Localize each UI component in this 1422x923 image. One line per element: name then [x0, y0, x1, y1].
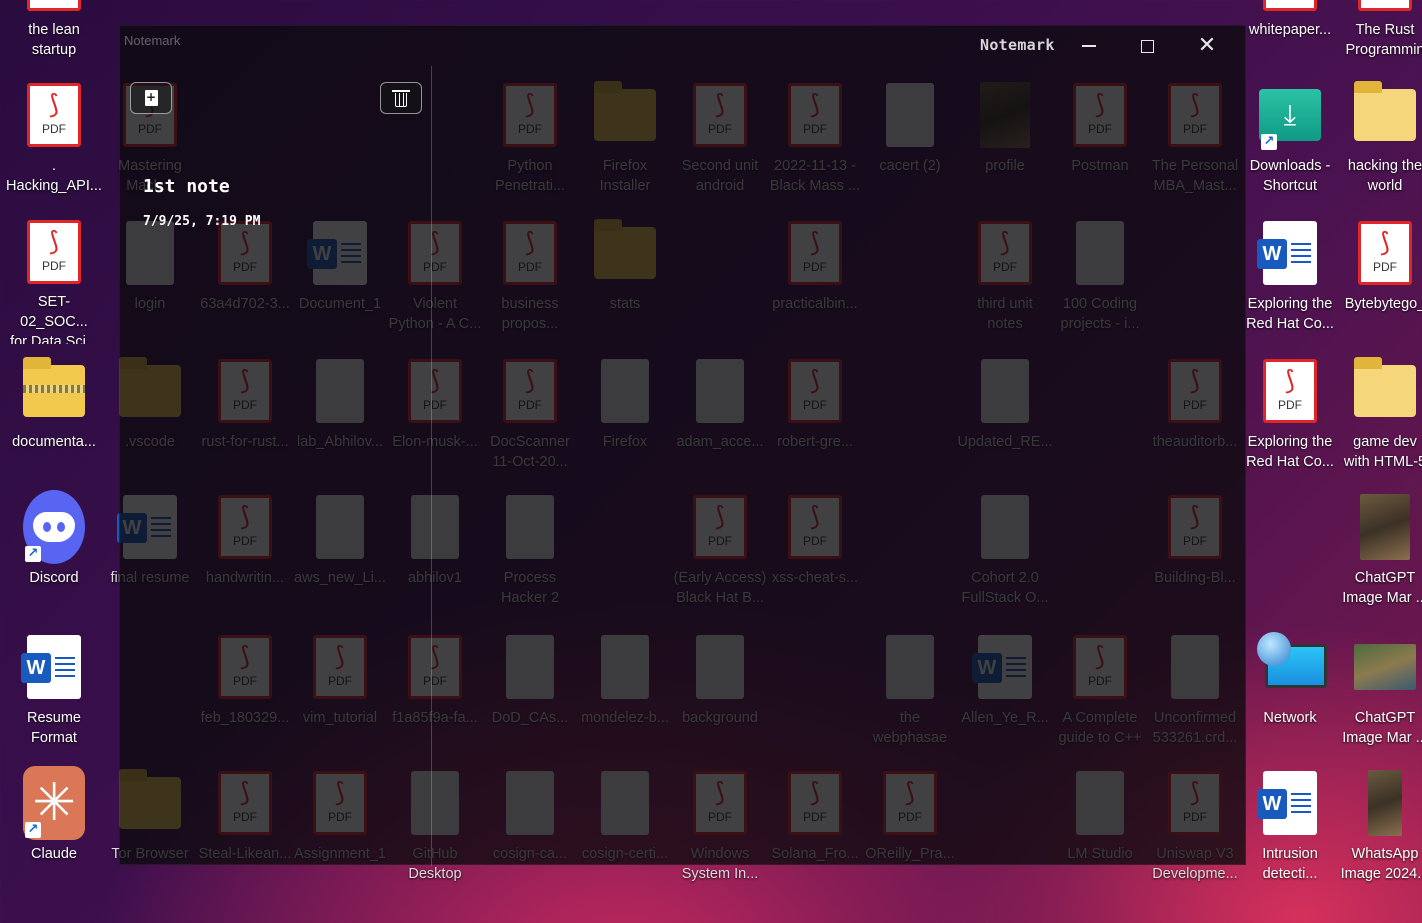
- desktop-icon-label: game dev with HTML-5: [1343, 434, 1422, 470]
- desktop-icon-label: Intrusion detecti...: [1262, 846, 1318, 882]
- note-title: 1st note: [143, 176, 230, 197]
- delete-note-button[interactable]: [380, 82, 422, 114]
- desktop-icon-label: the lean startup: [28, 22, 80, 58]
- trash-icon: [392, 89, 410, 107]
- word-doc-icon: W: [21, 634, 85, 700]
- notemark-window: Notemark Notemark ✕ 1st note 7/9/25, 7:1…: [119, 25, 1247, 866]
- desktop-icon-documenta[interactable]: documenta...: [6, 357, 102, 482]
- pdf-icon: ⟆PDF: [1259, 0, 1321, 12]
- desktop-icon-label: hacking the world: [1347, 158, 1422, 194]
- network-icon: [1257, 632, 1327, 700]
- discord-icon: ↗: [23, 490, 85, 564]
- image-thumbnail-icon: [1354, 634, 1416, 700]
- image-thumbnail-icon: [1354, 494, 1416, 560]
- title-bar[interactable]: Notemark Notemark ✕: [120, 26, 1245, 66]
- new-file-icon: [144, 88, 158, 106]
- word-doc-icon: W: [1257, 770, 1321, 836]
- desktop-icon-intrusion-detection[interactable]: W Intrusion detecti...: [1242, 770, 1338, 894]
- desktop-icon-label: whitepaper...: [1248, 22, 1332, 38]
- desktop-icon-label: Discord: [29, 570, 79, 586]
- desktop-icon-label: The Rust Programmin: [1345, 22, 1422, 58]
- notes-sidebar: 1st note 7/9/25, 7:19 PM: [120, 66, 432, 866]
- desktop-icon-whitepaper[interactable]: ⟆PDF whitepaper...: [1242, 0, 1338, 70]
- shortcut-arrow-icon: ↗: [25, 546, 41, 562]
- pdf-icon: ⟆PDF: [23, 82, 85, 148]
- desktop-icon-set-02-soc[interactable]: ⟆ PDF SET-02_SOC... for Data Sci...: [6, 220, 102, 344]
- new-note-button[interactable]: [130, 82, 172, 114]
- desktop-icon-hacking-api[interactable]: ⟆ PDF . Hacking_API...: [6, 82, 102, 206]
- app-title: Notemark: [980, 36, 1055, 54]
- close-icon: ✕: [1197, 33, 1217, 58]
- minimize-icon: [1082, 45, 1096, 47]
- desktop-icon-label: SET-02_SOC... for Data Sci...: [10, 294, 98, 344]
- pdf-icon: ⟆PDF: [1354, 220, 1416, 286]
- desktop-icon-resume-format[interactable]: W Resume Format: [6, 634, 102, 758]
- desktop-icon-label: ChatGPT Image Mar ...: [1342, 570, 1422, 606]
- window-ghost-title: Notemark: [124, 33, 181, 48]
- desktop-icon-rust-programming[interactable]: ⟆PDF The Rust Programmin: [1337, 0, 1422, 70]
- pdf-icon: ⟆PDF: [23, 220, 85, 284]
- close-button[interactable]: ✕: [1178, 28, 1236, 64]
- shortcut-arrow-icon: ↗: [25, 822, 41, 838]
- desktop-icon-exploring-red-hat-word[interactable]: W Exploring the Red Hat Co...: [1242, 220, 1338, 344]
- desktop-icon-whatsapp-image[interactable]: WhatsApp Image 2024...: [1337, 770, 1422, 894]
- desktop-icon-the-lean-startup[interactable]: ⟆PDF the lean startup: [6, 0, 102, 70]
- desktop-icon-label: WhatsApp Image 2024...: [1340, 846, 1422, 882]
- desktop-icon-exploring-red-hat-pdf[interactable]: ⟆ PDF Exploring the Red Hat Co...: [1242, 358, 1338, 482]
- desktop-icon-label: Exploring the Red Hat Co...: [1246, 434, 1334, 470]
- desktop-icon-label: documenta...: [12, 434, 96, 450]
- desktop-icon-label: ChatGPT Image Mar ...: [1342, 710, 1422, 746]
- zip-folder-icon: [23, 357, 85, 424]
- download-folder-icon: ⤓ ↗: [1259, 82, 1321, 150]
- pdf-icon: ⟆PDF: [1259, 358, 1321, 424]
- desktop-icon-label: Network: [1263, 710, 1317, 726]
- markdown-editor[interactable]: [433, 66, 1247, 866]
- note-date: 7/9/25, 7:19 PM: [143, 214, 261, 229]
- desktop-icon-hacking-the-world[interactable]: hacking the world: [1337, 81, 1422, 206]
- desktop-icon-label: Claude: [31, 846, 77, 862]
- desktop-icon-label: Bytebytego_: [1344, 296, 1422, 312]
- desktop-icon-label: Resume Format: [27, 710, 81, 746]
- claude-icon: ✳ ↗: [23, 766, 85, 840]
- desktop-icon-claude[interactable]: ✳ ↗ Claude: [6, 766, 102, 894]
- shortcut-arrow-icon: ↗: [1261, 134, 1277, 150]
- image-thumbnail-icon: [1354, 770, 1416, 836]
- desktop-icon-label: Downloads - Shortcut: [1249, 158, 1331, 194]
- maximize-icon: [1140, 39, 1154, 53]
- folder-icon: [1354, 81, 1416, 148]
- desktop-icon-chatgpt-image-1[interactable]: ChatGPT Image Mar ...: [1337, 494, 1422, 618]
- desktop-icon-discord[interactable]: ↗ Discord: [6, 490, 102, 618]
- minimize-button[interactable]: [1060, 28, 1118, 64]
- word-doc-icon: W: [1257, 220, 1321, 286]
- maximize-button[interactable]: [1118, 28, 1176, 64]
- desktop-icon-bytebytego[interactable]: ⟆ PDF Bytebytego_: [1337, 220, 1422, 344]
- pdf-icon: ⟆PDF: [23, 0, 85, 12]
- desktop-icon-label: Exploring the Red Hat Co...: [1246, 296, 1334, 332]
- desktop-icon-label: . Hacking_API...: [6, 158, 102, 194]
- desktop-icon-downloads-shortcut[interactable]: ⤓ ↗ Downloads - Shortcut: [1242, 82, 1338, 206]
- desktop-icon-game-dev-html5[interactable]: game dev with HTML-5: [1337, 357, 1422, 482]
- desktop-icon-chatgpt-image-2[interactable]: ChatGPT Image Mar ...: [1337, 634, 1422, 758]
- folder-icon: [1354, 357, 1416, 424]
- desktop-icon-network[interactable]: Network: [1242, 632, 1338, 758]
- note-list-item[interactable]: 1st note 7/9/25, 7:19 PM: [138, 174, 418, 238]
- pdf-icon: ⟆PDF: [1354, 0, 1416, 12]
